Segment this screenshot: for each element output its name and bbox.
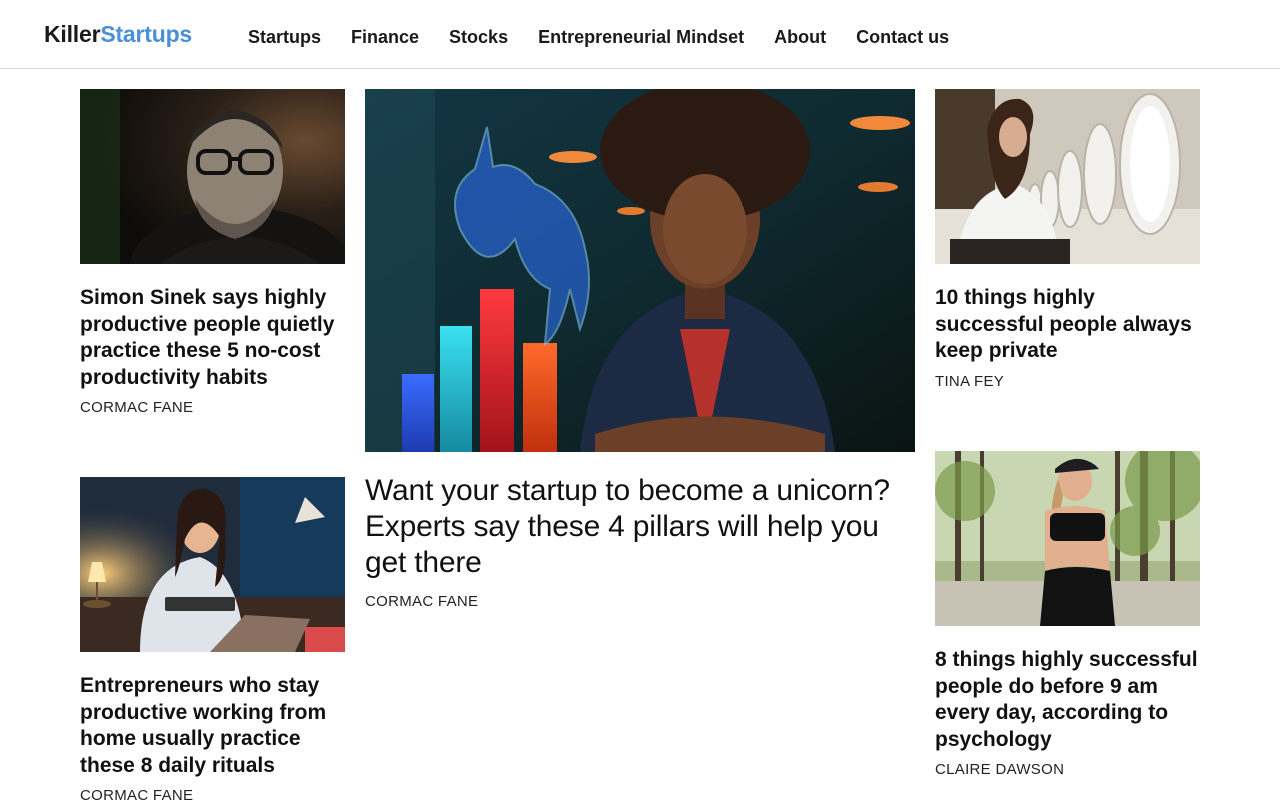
article-headline[interactable]: Entrepreneurs who stay productive workin… bbox=[80, 673, 345, 779]
nav-item-entrepreneurial-mindset[interactable]: Entrepreneurial Mindset bbox=[538, 27, 744, 48]
article-card: Entrepreneurs who stay productive workin… bbox=[80, 477, 345, 804]
article-author[interactable]: CORMAC FANE bbox=[80, 399, 345, 416]
article-card: 10 things highly successful people alway… bbox=[935, 89, 1200, 390]
site-header: KillerStartups Startups Finance Stocks E… bbox=[0, 0, 1280, 69]
featured-article-image[interactable] bbox=[365, 89, 915, 452]
article-image[interactable] bbox=[80, 477, 345, 652]
featured-article-card: Want your startup to become a unicorn? E… bbox=[365, 89, 915, 610]
portrait-photo-man-glasses bbox=[80, 89, 345, 264]
article-image[interactable] bbox=[935, 451, 1200, 626]
photo-woman-unicorn-chart bbox=[365, 89, 915, 452]
photo-woman-running-outdoors bbox=[935, 451, 1200, 626]
article-headline[interactable]: Simon Sinek says highly productive peopl… bbox=[80, 285, 345, 391]
featured-article-author[interactable]: CORMAC FANE bbox=[365, 593, 915, 610]
article-card: 8 things highly successful people do bef… bbox=[935, 451, 1200, 778]
nav-item-startups[interactable]: Startups bbox=[248, 27, 321, 48]
site-logo[interactable]: KillerStartups bbox=[44, 21, 192, 48]
nav-item-stocks[interactable]: Stocks bbox=[449, 27, 508, 48]
article-author[interactable]: CORMAC FANE bbox=[80, 787, 345, 804]
article-headline[interactable]: 8 things highly successful people do bef… bbox=[935, 647, 1200, 753]
logo-text-killer: Killer bbox=[44, 21, 101, 47]
article-author[interactable]: TINA FEY bbox=[935, 373, 1200, 390]
photo-woman-private-jet bbox=[935, 89, 1200, 264]
featured-article-headline[interactable]: Want your startup to become a unicorn? E… bbox=[365, 473, 915, 581]
article-headline[interactable]: 10 things highly successful people alway… bbox=[935, 285, 1200, 365]
article-image[interactable] bbox=[80, 89, 345, 264]
main-nav: Startups Finance Stocks Entrepreneurial … bbox=[248, 27, 979, 48]
article-image[interactable] bbox=[935, 89, 1200, 264]
article-author[interactable]: CLAIRE DAWSON bbox=[935, 761, 1200, 778]
nav-item-contact-us[interactable]: Contact us bbox=[856, 27, 949, 48]
photo-woman-working-from-home bbox=[80, 477, 345, 652]
logo-text-startups: Startups bbox=[100, 21, 193, 47]
nav-item-finance[interactable]: Finance bbox=[351, 27, 419, 48]
nav-item-about[interactable]: About bbox=[774, 27, 826, 48]
article-card: Simon Sinek says highly productive peopl… bbox=[80, 89, 345, 416]
